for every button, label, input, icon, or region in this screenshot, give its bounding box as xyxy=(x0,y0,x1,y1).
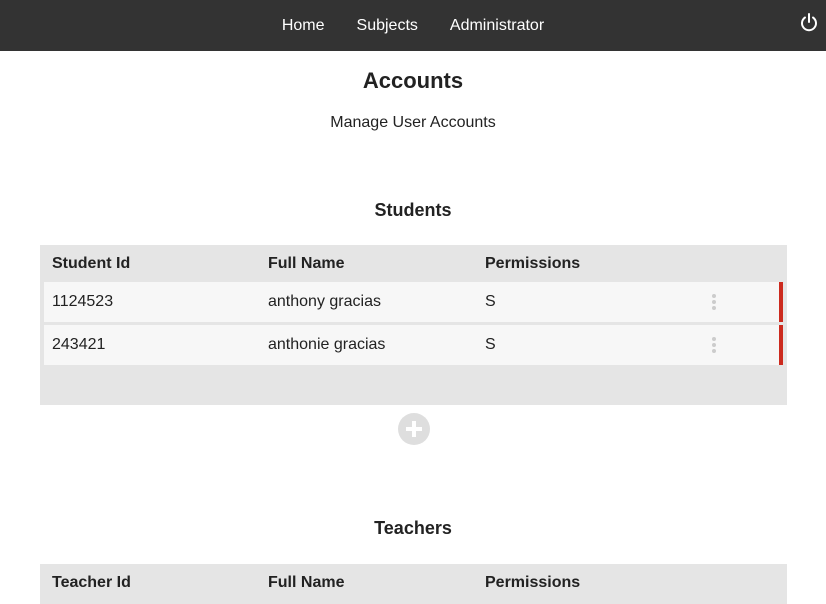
full-name-cell: anthony gracias xyxy=(268,293,381,310)
column-header-full-name: Full Name xyxy=(268,573,345,591)
teachers-section-title: Teachers xyxy=(374,518,452,538)
column-header-teacher-id: Teacher Id xyxy=(52,573,131,591)
more-options-icon[interactable] xyxy=(709,294,719,310)
actions-cell xyxy=(694,282,783,322)
students-table: Student Id Full Name Permissions 1124523… xyxy=(40,245,787,405)
students-section-title: Students xyxy=(374,200,452,220)
row-status-indicator xyxy=(779,325,783,365)
students-table-header: Student Id Full Name Permissions xyxy=(40,245,787,282)
more-options-icon[interactable] xyxy=(709,337,719,353)
table-row[interactable]: 1124523 anthony gracias S xyxy=(44,282,783,322)
column-header-student-id: Student Id xyxy=(52,254,131,272)
page-subtitle: Manage User Accounts xyxy=(330,114,496,131)
permissions-cell: S xyxy=(485,336,496,353)
plus-circle-icon[interactable] xyxy=(398,413,430,445)
table-row[interactable]: 243421 anthonie gracias S xyxy=(44,325,783,365)
top-navbar: Home Subjects Administrator xyxy=(0,0,826,51)
permissions-cell: S xyxy=(485,293,496,310)
student-id-cell: 243421 xyxy=(52,336,106,353)
column-header-permissions: Permissions xyxy=(485,573,581,591)
actions-cell xyxy=(694,325,783,365)
nav-subjects-link[interactable]: Subjects xyxy=(341,17,434,35)
row-status-indicator xyxy=(779,282,783,322)
power-icon[interactable] xyxy=(798,12,820,34)
student-id-cell: 1124523 xyxy=(52,293,114,310)
teachers-table-header: Teacher Id Full Name Permissions xyxy=(40,564,787,601)
full-name-cell: anthonie gracias xyxy=(268,336,386,353)
page-title: Accounts xyxy=(362,68,464,93)
nav-links: Home Subjects Administrator xyxy=(0,0,826,51)
column-header-permissions: Permissions xyxy=(485,254,581,272)
nav-home-link[interactable]: Home xyxy=(266,17,341,35)
column-header-full-name: Full Name xyxy=(268,254,345,272)
teachers-table: Teacher Id Full Name Permissions xyxy=(40,564,787,604)
nav-administrator-link[interactable]: Administrator xyxy=(434,17,560,35)
